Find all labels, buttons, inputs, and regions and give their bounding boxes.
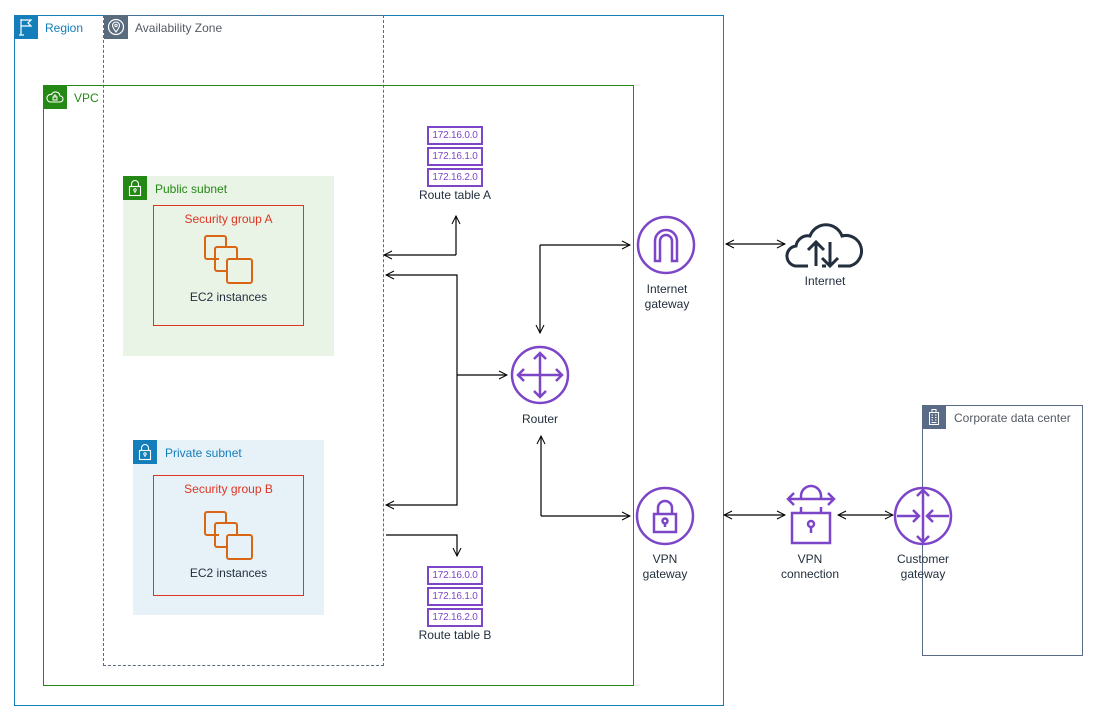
vpn-connection-label-line: VPN [797,552,823,566]
edge-subnet-route-table-b [386,534,457,556]
edge-router-public-subnet [386,275,458,375]
internet-gateway-label-line: gateway [644,297,690,311]
vpn-connection-label: VPN connection [760,552,860,582]
vpn-connection-icon [784,484,838,549]
internet-gateway-label: Internet gateway [617,282,717,312]
vpn-connection-label-line: connection [780,567,840,581]
customer-gateway-label-line: Customer [896,552,949,566]
vpn-gateway-label-line: VPN [652,552,678,566]
router-icon [510,345,570,408]
customer-gateway-label-line: gateway [900,567,946,581]
internet-gateway-icon [636,215,696,278]
internet-cloud-icon [785,220,863,273]
vpn-gateway-icon [635,486,695,549]
internet-label: Internet [804,274,846,288]
router-label: Router [521,412,559,426]
internet-gateway-label-line: Internet [646,282,688,296]
customer-gateway-icon [893,486,953,549]
customer-gateway-label: Customer gateway [873,552,973,582]
vpn-gateway-label-line: gateway [642,567,688,581]
edge-router-private-subnet [386,375,458,505]
vpn-gateway-label: VPN gateway [615,552,715,582]
